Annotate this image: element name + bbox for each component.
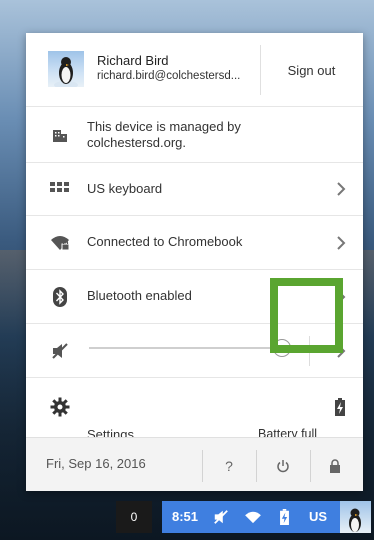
power-button[interactable] [267,450,299,482]
sign-out-button[interactable]: Sign out [260,45,363,95]
wifi-secure-icon [50,233,70,253]
lock-button[interactable] [319,450,351,482]
chevron-right-icon [331,233,351,253]
battery-icon [330,397,350,417]
lock-icon [330,459,340,473]
managed-line-1: This device is managed by [87,119,241,134]
gear-icon[interactable] [50,397,70,417]
bluetooth-label: Bluetooth enabled [87,288,192,303]
managed-line-2: colchestersd.org. [87,135,186,150]
network-row[interactable]: Connected to Chromebook [26,216,363,270]
input-method-label: US [309,509,328,524]
wifi-icon [244,508,262,526]
status-tray[interactable]: 8:51 US [162,501,371,533]
power-icon [277,460,289,473]
chevron-right-icon [331,179,351,199]
highlight-annotation [270,278,343,353]
building-icon [50,125,70,145]
notification-count[interactable]: 0 [116,501,152,533]
keyboard-label: US keyboard [87,181,163,196]
divider [202,450,203,482]
system-tray-menu: Richard Bird richard.bird@colchestersd..… [26,33,363,491]
battery-icon [275,508,293,526]
user-avatar [340,501,371,533]
volume-muted-icon[interactable] [50,341,70,361]
footer: Fri, Sep 16, 2016 ? [26,437,363,491]
network-label: Connected to Chromebook [87,234,243,249]
user-name: Richard Bird [97,53,169,68]
user-avatar [48,51,84,87]
keyboard-row[interactable]: US keyboard [26,163,363,216]
divider [256,450,257,482]
volume-slider-track[interactable] [89,347,283,349]
divider [310,450,311,482]
user-row: Richard Bird richard.bird@colchestersd..… [26,33,363,107]
date-label[interactable]: Fri, Sep 16, 2016 [46,456,146,471]
keyboard-icon [50,179,70,199]
clock: 8:51 [172,509,199,524]
volume-muted-icon [212,508,230,526]
managed-text: This device is managed by colchestersd.o… [87,119,287,151]
user-email: richard.bird@colchestersd... [97,70,241,82]
bluetooth-icon [50,287,70,307]
help-button[interactable]: ? [213,450,245,482]
